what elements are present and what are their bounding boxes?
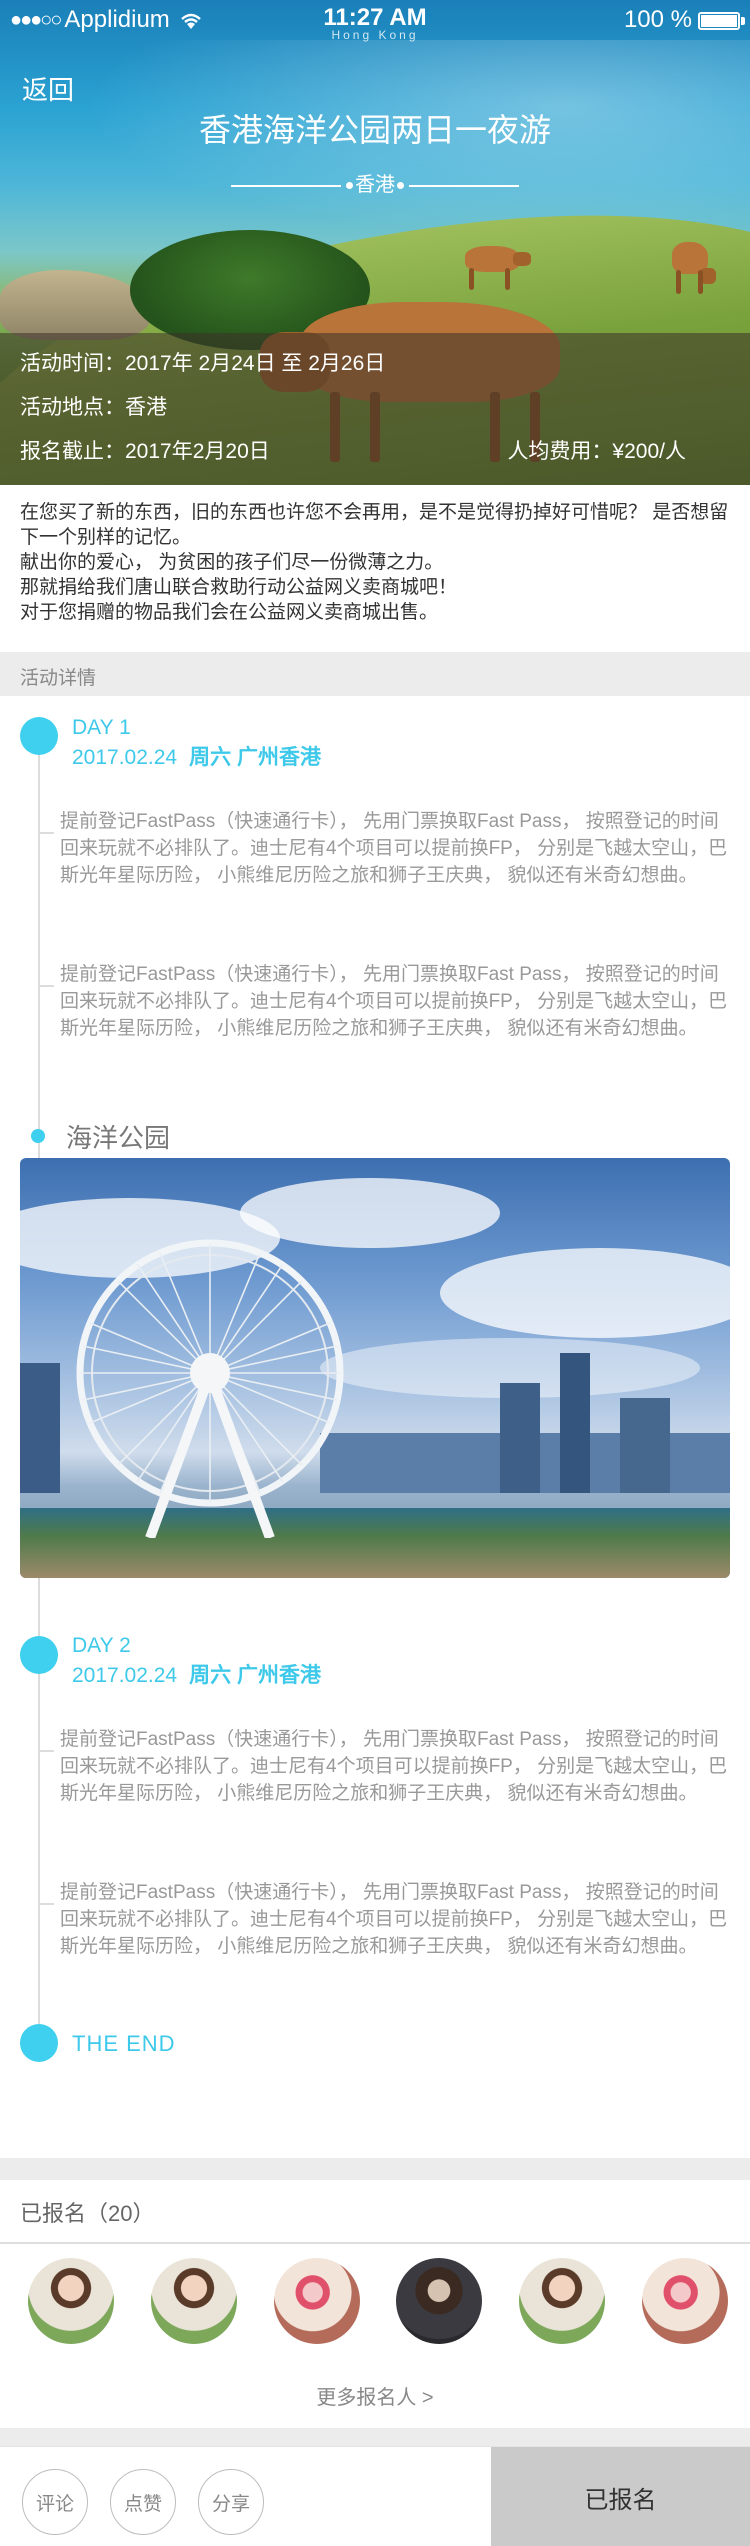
avatar[interactable]: [641, 2258, 728, 2344]
registered-title: 已报名（20）: [20, 2201, 155, 2226]
section-gap: [0, 2158, 750, 2180]
cow-small: [668, 232, 728, 302]
avatar[interactable]: [396, 2258, 483, 2344]
day2-item-2: 提前登记FastPass（快速通行卡）， 先用门票换取Fast Pass， 按照…: [60, 1882, 728, 1957]
day1-weekday-place: 周六 广州香港: [189, 746, 321, 769]
avatar[interactable]: [273, 2258, 360, 2344]
intro-line: 那就捐给我们唐山联合救助行动公益网义卖商城吧！: [20, 577, 458, 598]
avatar[interactable]: [150, 2258, 237, 2344]
day2-item-1: 提前登记FastPass（快速通行卡）， 先用门票换取Fast Pass， 按照…: [60, 1729, 728, 1804]
timeline-tick: [40, 985, 54, 987]
page-title: 香港海洋公园两日一夜游: [198, 112, 551, 148]
end-label: THE END: [72, 2031, 176, 2056]
timeline-tick: [40, 1903, 54, 1905]
share-button[interactable]: 分享: [198, 2469, 264, 2535]
battery-tip: [741, 17, 745, 25]
battery-icon: [698, 12, 740, 30]
more-registrants-link[interactable]: 更多报名人 >: [0, 2381, 750, 2410]
ocean-park-photo: [20, 1158, 730, 1578]
day1-date: 2017.02.24 周六 广州香港: [72, 741, 321, 771]
day2-dot: [20, 1636, 58, 1674]
subtitle-text: 香港: [355, 174, 395, 196]
place-dot: [31, 1129, 45, 1143]
event-deadline: 报名截止：2017年2月20日: [20, 440, 270, 463]
comment-button[interactable]: 评论: [22, 2469, 88, 2535]
intro-line: 献出你的爱心， 为贫困的孩子们尽一份微薄之力。: [20, 552, 444, 573]
location-subtitle: 香港: [0, 168, 750, 197]
divider-left: [231, 181, 353, 189]
bottom-action-bar: 评论 点赞 分享 已报名: [0, 2446, 750, 2546]
day1-date-value: 2017.02.24: [72, 746, 178, 769]
avatar[interactable]: [28, 2258, 114, 2344]
event-location: 活动地点：香港: [20, 396, 167, 419]
hero-banner: ●●●○○ Applidium 11:27 AM Hong Kong 100 %…: [0, 0, 750, 485]
intro-line: 在您买了新的东西，旧的东西也许您不会再用，是不是觉得扔掉好可惜呢？ 是否想留下一…: [20, 502, 729, 548]
event-fee: 人均费用：¥200/人: [507, 440, 686, 463]
rock: [0, 270, 150, 340]
battery-percent: 100 %: [623, 6, 692, 33]
like-button[interactable]: 点赞: [110, 2469, 176, 2535]
event-info-panel: 活动时间：2017年 2月24日 至 2月26日 活动地点：香港 报名截止：20…: [0, 333, 750, 485]
ferris-wheel: [55, 1228, 365, 1540]
section-header: 活动详情: [0, 652, 750, 696]
timeline-tick: [40, 832, 54, 834]
registered-avatars: [28, 2258, 728, 2344]
day1-item-2: 提前登记FastPass（快速通行卡）， 先用门票换取Fast Pass， 按照…: [60, 964, 728, 1039]
intro-text: 在您买了新的东西，旧的东西也许您不会再用，是不是觉得扔掉好可惜呢？ 是否想留下一…: [20, 500, 732, 625]
day1-label: DAY 1: [72, 716, 131, 739]
signed-up-button[interactable]: 已报名: [491, 2447, 750, 2546]
back-button[interactable]: 返回: [22, 70, 74, 107]
intro-line: 对于您捐赠的物品我们会在公益网义卖商城出售。: [20, 602, 439, 623]
avatar[interactable]: [519, 2258, 606, 2344]
section-gap: [0, 2428, 750, 2446]
day2-date: 2017.02.24 周六 广州香港: [72, 1659, 321, 1689]
timeline-tick: [40, 1750, 54, 1752]
end-dot: [20, 2024, 58, 2062]
event-time: 活动时间：2017年 2月24日 至 2月26日: [20, 352, 386, 375]
day2-date-value: 2017.02.24: [72, 1664, 178, 1687]
place-label: 海洋公园: [66, 1123, 171, 1153]
day1-item-1: 提前登记FastPass（快速通行卡）， 先用门票换取Fast Pass， 按照…: [60, 811, 728, 886]
section-title: 活动详情: [20, 668, 97, 689]
day1-dot: [20, 717, 58, 755]
divider-right: [397, 181, 519, 189]
cow-small: [455, 238, 535, 298]
day2-weekday-place: 周六 广州香港: [189, 1664, 321, 1687]
status-bar: ●●●○○ Applidium 11:27 AM Hong Kong 100 %: [0, 0, 750, 42]
day2-label: DAY 2: [72, 1634, 131, 1657]
divider: [0, 2242, 750, 2244]
